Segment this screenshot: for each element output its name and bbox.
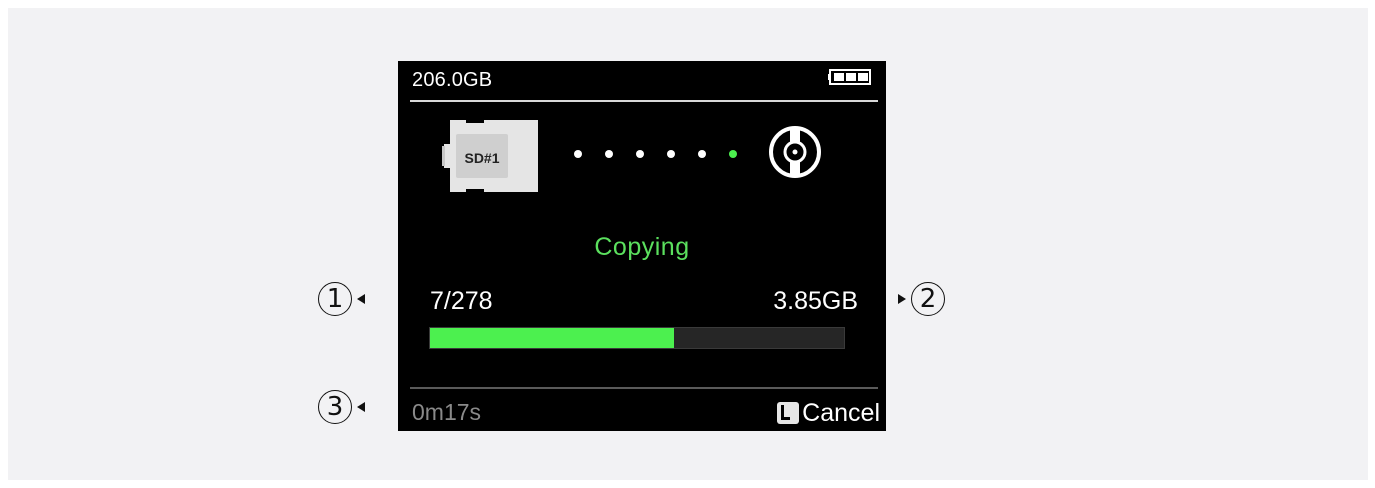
transfer-dot	[667, 150, 675, 158]
transfer-dot	[605, 150, 613, 158]
cancel-label: Cancel	[802, 398, 880, 427]
callout-3-number: 3	[318, 390, 352, 424]
progress-fill	[430, 328, 675, 348]
progress-bar	[429, 327, 845, 349]
callout-2: 2	[898, 282, 945, 316]
battery-bar	[858, 73, 868, 81]
callout-3: 3	[318, 390, 365, 424]
footer-divider	[410, 387, 878, 389]
transfer-dot	[698, 150, 706, 158]
callout-1-number: 1	[318, 282, 352, 316]
file-count: 7/278	[430, 287, 493, 315]
callout-3-arrow	[357, 402, 365, 412]
battery-icon	[828, 69, 871, 85]
elapsed-time: 0m17s	[412, 399, 482, 425]
battery-bar	[834, 73, 844, 81]
header-divider	[410, 100, 878, 102]
transfer-dot	[574, 150, 582, 158]
callout-1: 1	[318, 282, 365, 316]
drive-icon	[769, 126, 821, 178]
callout-2-number: 2	[911, 282, 945, 316]
status-text: Copying	[594, 233, 690, 261]
copied-size: 3.85GB	[773, 287, 858, 315]
device-screen: 206.0GB SD#1 Copying 7/278 3.85GB 0m17s …	[398, 61, 886, 431]
cancel-button[interactable]: Cancel	[777, 399, 880, 427]
battery-bar	[846, 73, 856, 81]
remaining-capacity: 206.0GB	[412, 69, 493, 91]
callout-1-arrow	[357, 294, 365, 304]
transfer-dot-active	[729, 150, 737, 158]
l-button-icon	[777, 402, 800, 424]
sd-card-label: SD#1	[464, 150, 500, 166]
callout-2-arrow	[898, 294, 906, 304]
transfer-dot	[636, 150, 644, 158]
